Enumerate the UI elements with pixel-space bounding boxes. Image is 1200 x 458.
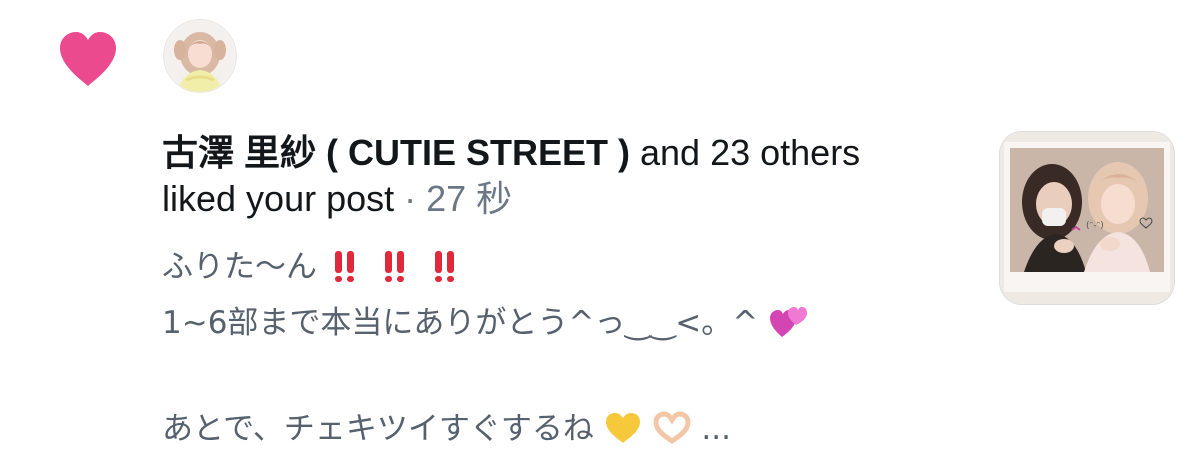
separator: · [394, 178, 427, 219]
double-exclamation-icon [327, 248, 477, 298]
post-line-4: あとで、チェキツイすぐするね ... [162, 404, 952, 458]
user-avatar[interactable] [164, 20, 236, 92]
actor-name[interactable]: 古澤 里紗 ( CUTIE STREET ) [162, 132, 630, 173]
others-count[interactable]: and 23 others [630, 132, 860, 173]
avatar-image [164, 20, 236, 92]
notification-headline: 古澤 里紗 ( CUTIE STREET ) and 23 others lik… [162, 130, 952, 222]
heart-icon [60, 32, 116, 86]
like-notification[interactable]: 古澤 里紗 ( CUTIE STREET ) and 23 others lik… [0, 0, 1200, 458]
post-line-1: ふりた〜ん [162, 242, 952, 298]
post-line-3 [162, 354, 952, 404]
heart-hands-icon [652, 410, 692, 458]
action-text: liked your post [162, 178, 395, 219]
yellow-heart-icon [604, 410, 642, 458]
post-thumbnail[interactable]: (ᵔ-ᵔ) [1000, 132, 1174, 304]
thumbnail-photo: (ᵔ-ᵔ) [1000, 132, 1174, 304]
svg-text:(ᵔ-ᵔ): (ᵔ-ᵔ) [1086, 221, 1104, 231]
post-preview-text[interactable]: ふりた〜ん 1~6部まで本当にありがとう^っ‿‿<。^ あとで、チェキツイすぐす… [162, 242, 952, 458]
post-line-2: 1~6部まで本当にありがとう^っ‿‿<。^ [162, 298, 952, 354]
timestamp: 27 秒 [426, 178, 513, 219]
two-hearts-icon [768, 303, 808, 354]
ellipsis: ... [701, 411, 731, 447]
